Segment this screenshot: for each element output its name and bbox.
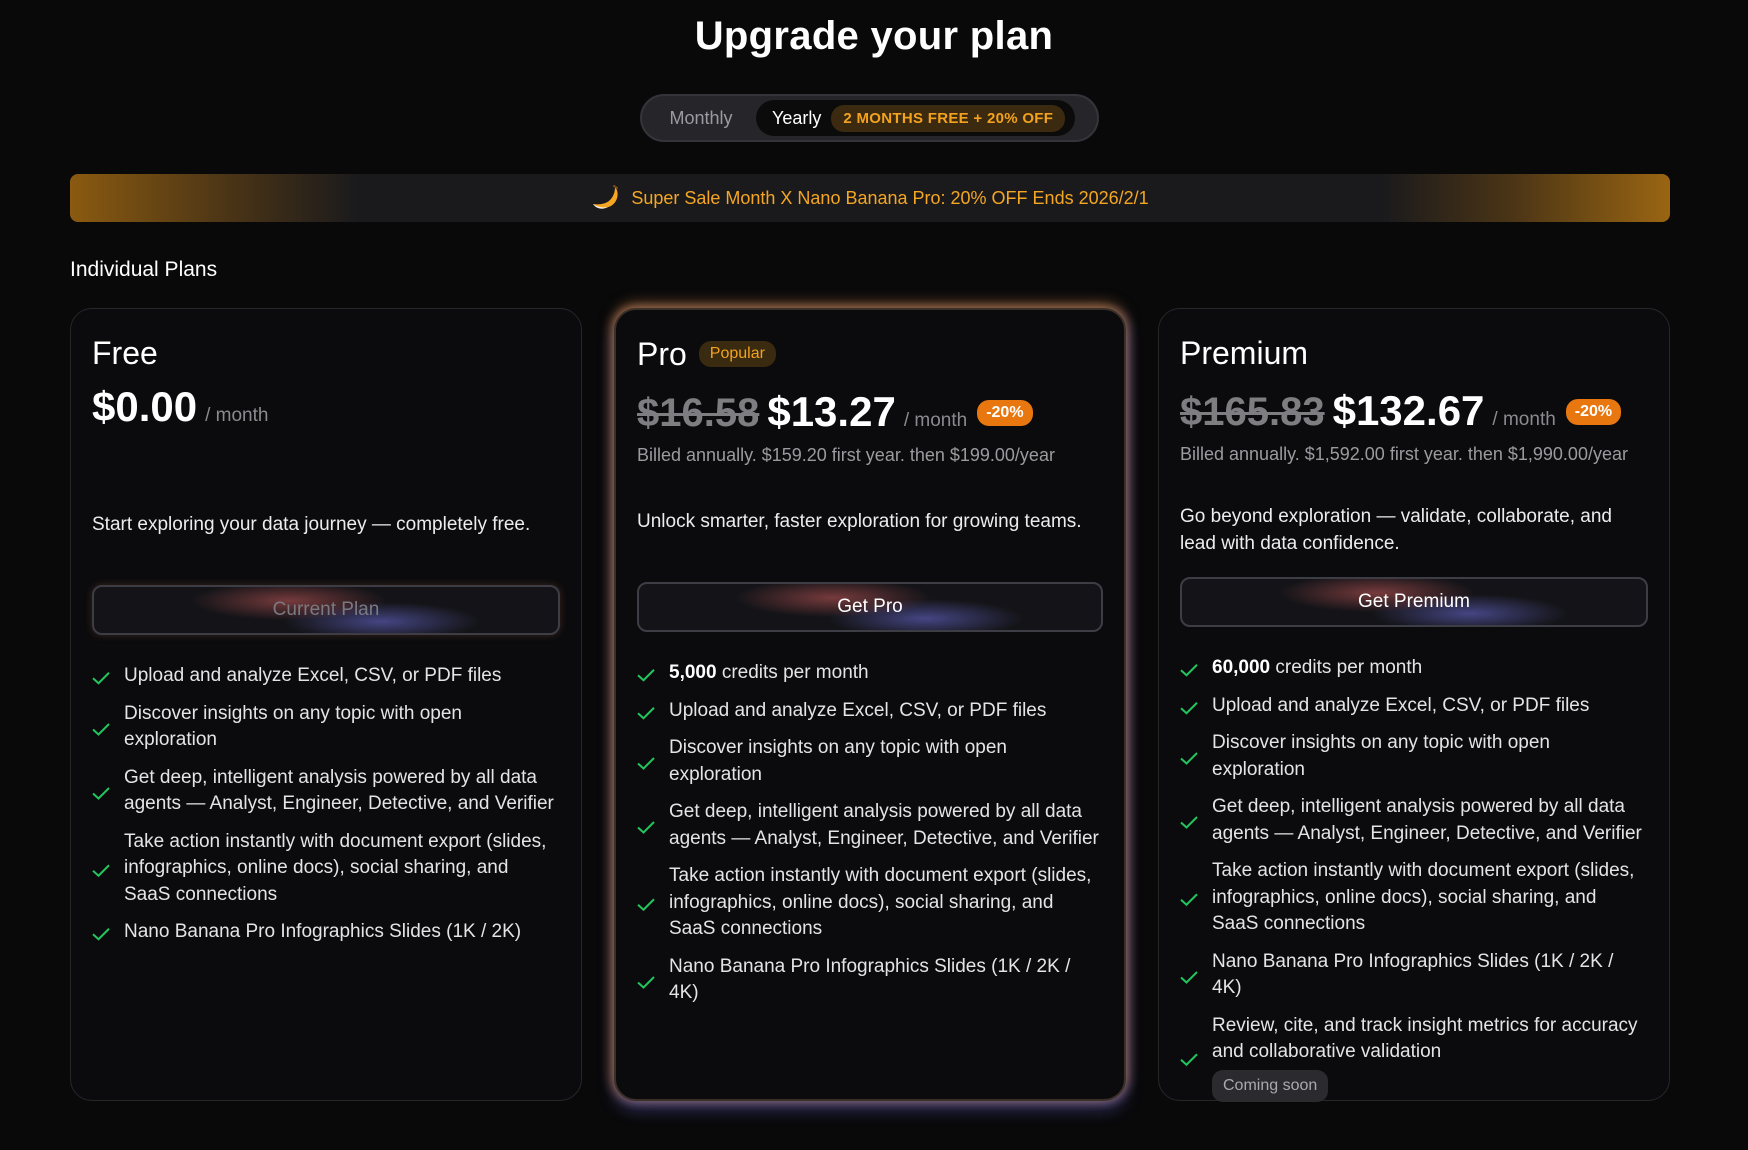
popular-badge: Popular <box>698 341 776 367</box>
check-icon <box>1180 893 1198 907</box>
plan-description: Start exploring your data journey — comp… <box>92 514 531 535</box>
check-icon <box>637 821 655 834</box>
price-period: / month <box>903 410 968 431</box>
plan-description: Unlock smarter, faster exploration for g… <box>637 511 1082 532</box>
check-icon <box>637 975 655 989</box>
plan-card-pro: Pro Popular $16.58 $13.27 / month -20% B… <box>614 308 1126 1101</box>
feature-item: Upload and analyze Excel, CSV, or PDF fi… <box>92 663 560 690</box>
feature-item: Take action instantly with document expo… <box>637 863 1103 943</box>
credits-text: credits per month <box>1270 657 1423 678</box>
check-icon <box>637 669 655 682</box>
plan-name: Free <box>92 334 158 371</box>
feature-item: Discover insights on any topic with open… <box>1180 730 1648 783</box>
feature-item: Upload and analyze Excel, CSV, or PDF fi… <box>637 698 1103 725</box>
check-icon <box>1180 816 1198 829</box>
check-icon <box>1180 701 1198 715</box>
feature-item: Get deep, intelligent analysis powered b… <box>637 799 1103 852</box>
check-icon <box>637 757 655 770</box>
yearly-option[interactable]: Yearly 2 MONTHS FREE + 20% OFF <box>756 100 1076 136</box>
check-icon <box>1180 752 1198 765</box>
check-icon <box>92 786 110 800</box>
check-icon <box>1180 1053 1198 1066</box>
feature-item: Take action instantly with document expo… <box>1180 858 1648 938</box>
plan-name: Pro <box>637 335 687 372</box>
feature-item: Nano Banana Pro Infographics Slides (1K … <box>92 919 560 946</box>
original-price: $16.58 <box>637 391 760 435</box>
yearly-promo-badge: 2 MONTHS FREE + 20% OFF <box>831 104 1066 132</box>
section-heading: Individual Plans <box>70 258 218 281</box>
credits-amount: 5,000 <box>669 662 717 683</box>
check-icon <box>1180 970 1198 984</box>
original-price: $165.83 <box>1180 390 1325 434</box>
feature-item: Nano Banana Pro Infographics Slides (1K … <box>637 954 1103 1007</box>
price-period: / month <box>1492 409 1556 430</box>
pricing-page: Upgrade your plan Monthly Yearly 2 MONTH… <box>0 0 1748 1150</box>
credits-amount: 60,000 <box>1212 657 1271 678</box>
sale-banner-text: Super Sale Month X Nano Banana Pro: 20% … <box>631 187 1149 208</box>
monthly-option[interactable]: Monthly <box>646 108 756 129</box>
check-icon <box>637 706 655 720</box>
plan-price: $132.67 <box>1332 387 1485 434</box>
billing-toggle: Monthly Yearly 2 MONTHS FREE + 20% OFF <box>640 94 1099 142</box>
banana-icon <box>593 185 619 209</box>
check-icon <box>92 672 110 685</box>
page-title: Upgrade your plan <box>694 14 1054 58</box>
feature-item-credits: 60,000 credits per month <box>1180 655 1648 682</box>
plan-card-premium: Premium $165.83 $132.67 / month -20% Bil… <box>1158 308 1670 1102</box>
check-icon <box>92 864 110 877</box>
feature-list: Upload and analyze Excel, CSV, or PDF fi… <box>92 663 560 946</box>
credits-text: credits per month <box>716 662 869 683</box>
feature-item: Upload and analyze Excel, CSV, or PDF fi… <box>1180 693 1648 720</box>
feature-list: 60,000 credits per month Upload and anal… <box>1180 655 1648 1102</box>
coming-soon-badge: Coming soon <box>1212 1069 1329 1102</box>
feature-item: Get deep, intelligent analysis powered b… <box>92 765 560 818</box>
plan-price: $0.00 <box>92 383 198 430</box>
get-premium-button[interactable]: Get Premium <box>1180 577 1648 627</box>
feature-item: Take action instantly with document expo… <box>92 829 560 909</box>
feature-item: Nano Banana Pro Infographics Slides (1K … <box>1180 949 1648 1002</box>
current-plan-button[interactable]: Current Plan <box>92 585 560 635</box>
feature-item: Get deep, intelligent analysis powered b… <box>1180 794 1648 847</box>
check-icon <box>1180 664 1198 677</box>
feature-list: 5,000 credits per month Upload and analy… <box>637 660 1103 1007</box>
price-period: / month <box>205 405 269 426</box>
check-icon <box>92 928 110 941</box>
get-pro-button[interactable]: Get Pro <box>637 582 1103 632</box>
billing-note: Billed annually. $159.20 first year. the… <box>637 445 1055 465</box>
check-icon <box>92 722 110 736</box>
discount-badge: -20% <box>1565 399 1622 425</box>
feature-item-credits: 5,000 credits per month <box>637 660 1103 687</box>
check-icon <box>637 898 655 912</box>
feature-text: Review, cite, and track insight metrics … <box>1212 1014 1638 1063</box>
discount-badge: -20% <box>977 400 1033 426</box>
plan-name: Premium <box>1180 334 1309 371</box>
plan-description: Go beyond exploration — validate, collab… <box>1180 506 1612 554</box>
feature-item: Discover insights on any topic with open… <box>92 701 560 754</box>
billing-note: Billed annually. $1,592.00 first year. t… <box>1180 444 1628 464</box>
plan-price: $13.27 <box>767 388 896 435</box>
yearly-label: Yearly <box>772 107 822 128</box>
feature-item: Review, cite, and track insight metrics … <box>1180 1013 1648 1102</box>
plan-card-free: Free $0.00 / month Start exploring your … <box>70 308 582 1101</box>
sale-banner[interactable]: Super Sale Month X Nano Banana Pro: 20% … <box>70 174 1670 222</box>
feature-item: Discover insights on any topic with open… <box>637 735 1103 788</box>
